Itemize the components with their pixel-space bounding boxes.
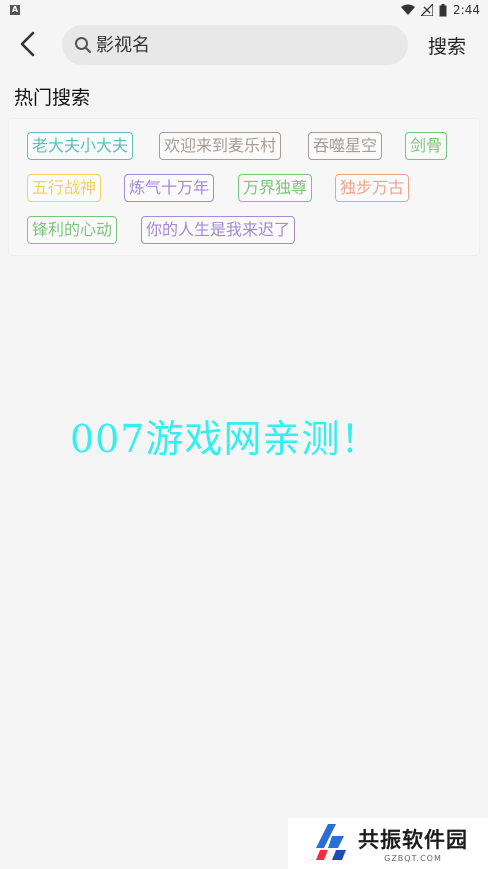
logo-name: 共振软件园	[358, 828, 468, 852]
status-left: A	[10, 5, 20, 15]
hot-tag[interactable]: 独步万古	[335, 174, 410, 202]
hot-tag[interactable]: 欢迎来到麦乐村	[159, 132, 282, 160]
hot-tag[interactable]: 炼气十万年	[124, 174, 215, 202]
search-header: 搜索	[0, 22, 488, 70]
chevron-left-icon	[19, 31, 37, 61]
hot-tag[interactable]: 五行战神	[27, 174, 102, 202]
search-button[interactable]: 搜索	[428, 32, 466, 59]
overlay-watermark-text: 007游戏网亲测！	[70, 417, 380, 461]
search-icon	[74, 36, 92, 54]
logo-mark-icon	[310, 822, 350, 866]
hot-tag[interactable]: 吞噬星空	[308, 132, 383, 160]
logo-domain: GZBQT.COM	[384, 854, 442, 863]
hot-search-panel: 老大夫小大夫 欢迎来到麦乐村 吞噬星空 剑骨 五行战神 炼气十万年 万界独尊 独…	[8, 118, 480, 256]
notification-a-icon: A	[10, 5, 20, 15]
hot-search-title: 热门搜索	[14, 87, 91, 109]
hot-tag[interactable]: 老大夫小大夫	[27, 132, 134, 160]
hot-tag[interactable]: 剑骨	[405, 132, 448, 160]
logo-text: 共振软件园 GZBQT.COM	[358, 824, 468, 863]
search-input[interactable]	[96, 34, 376, 56]
hot-tag[interactable]: 锋利的心动	[27, 216, 118, 244]
back-button[interactable]	[12, 30, 44, 62]
status-bar: A 2:44	[0, 0, 488, 20]
clock-time: 2:44	[453, 3, 480, 17]
search-bar[interactable]	[62, 25, 408, 65]
wifi-icon	[401, 4, 416, 16]
hot-tag[interactable]: 万界独尊	[238, 174, 313, 202]
status-right: 2:44	[401, 3, 480, 17]
site-logo: 共振软件园 GZBQT.COM	[288, 818, 488, 869]
battery-icon	[439, 3, 447, 17]
signal-icon	[421, 4, 434, 16]
hot-tag[interactable]: 你的人生是我来迟了	[141, 216, 296, 244]
